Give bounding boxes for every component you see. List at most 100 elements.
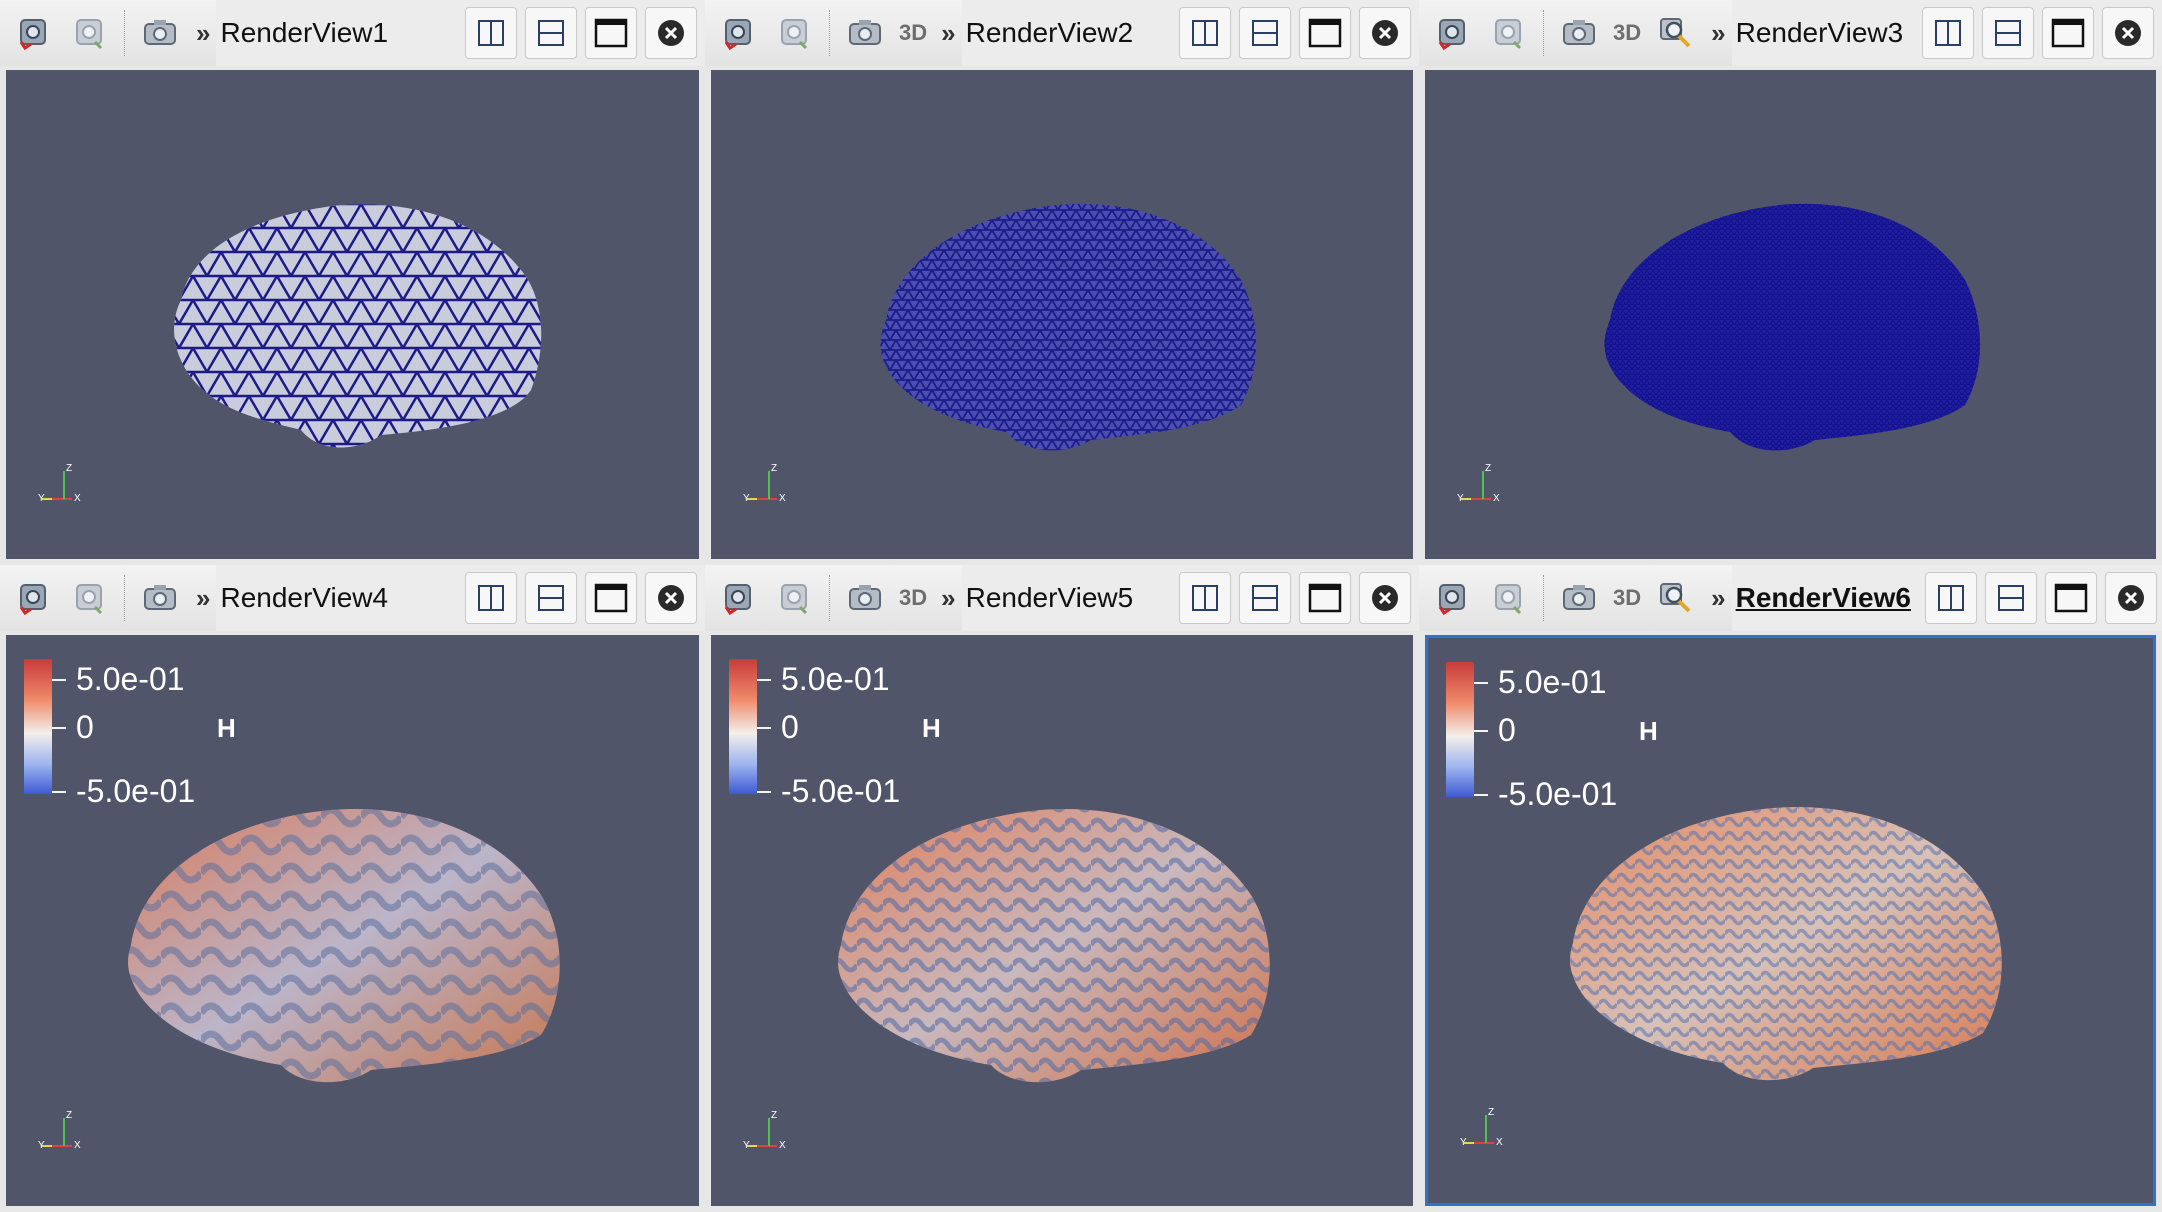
split-vertical-button[interactable] [525,7,577,59]
split-vertical-icon [1252,585,1278,611]
close-view-button[interactable] [645,572,697,624]
render-view-1: » RenderView1 Y X Z [0,0,705,565]
render-viewport-active[interactable]: 5.0e-01 0 -5.0e-01 H Y X Z [1425,635,2156,1206]
close-view-button[interactable] [2104,572,2157,624]
split-vertical-button[interactable] [1239,572,1291,624]
zoom-to-box-button[interactable] [1652,10,1698,56]
zoom-to-data-button[interactable] [772,575,818,621]
close-view-button[interactable] [2102,7,2154,59]
maximize-button[interactable] [585,7,637,59]
zoom-to-data-button[interactable] [772,10,818,56]
zoom-data-icon [1495,19,1522,50]
split-vertical-icon [538,585,564,611]
toolbar-separator [1543,10,1545,56]
axis-x-label: X [74,1140,81,1151]
toggle-3d-button[interactable]: 3D [899,20,927,46]
orientation-axes: Y X Z [739,463,799,509]
capture-screenshot-button[interactable] [137,10,183,56]
split-vertical-icon [1995,20,2021,46]
toggle-3d-button[interactable]: 3D [899,585,927,611]
zoom-to-data-button[interactable] [1486,575,1532,621]
render-viewport[interactable]: 5.0e-01 0 -5.0e-01 H Y X Z [6,635,699,1206]
close-view-button[interactable] [645,7,697,59]
toolbar-separator [124,575,126,621]
orientation-axes: Y X Z [1453,463,1513,509]
capture-screenshot-button[interactable] [842,10,888,56]
zoom-to-data-button[interactable] [67,10,113,56]
reset-camera-button[interactable] [11,10,57,56]
orientation-axes: Y X Z [739,1110,799,1156]
legend-tick [757,791,771,793]
maximize-icon [594,583,628,613]
split-vertical-button[interactable] [525,572,577,624]
toggle-3d-button[interactable]: 3D [1613,20,1641,46]
toolbar-overflow-icon[interactable]: » [1711,18,1725,49]
legend-array-name: H [1639,716,1658,746]
split-horizontal-icon [1192,585,1218,611]
toolbar-overflow-icon[interactable]: » [1711,583,1725,614]
capture-screenshot-button[interactable] [1556,575,1602,621]
orientation-axes: Y X Z [1456,1107,1516,1153]
maximize-icon [2054,583,2088,613]
legend-max: 5.0e-01 [76,661,185,697]
camera-icon [1563,585,1595,610]
zoom-to-data-button[interactable] [67,575,113,621]
toggle-3d-button[interactable]: 3D [1613,585,1641,611]
maximize-button[interactable] [1299,7,1351,59]
toolbar-overflow-icon[interactable]: » [196,583,210,614]
split-vertical-button[interactable] [1984,572,2037,624]
legend-tick [52,791,66,793]
axis-y-label: Y [1457,493,1464,504]
maximize-button[interactable] [1299,572,1351,624]
toolbar-separator [1543,575,1545,621]
split-horizontal-icon [1192,20,1218,46]
view-toolbar: 3D » RenderView3 [1419,0,2162,66]
zoom-to-data-button[interactable] [1486,10,1532,56]
split-horizontal-button[interactable] [1179,572,1231,624]
toolbar-overflow-icon[interactable]: » [941,583,955,614]
orientation-axes: Y X Z [34,463,94,509]
axis-x-label: X [1496,1137,1503,1148]
reset-camera-icon [19,19,46,51]
reset-camera-button[interactable] [1430,575,1476,621]
split-horizontal-button[interactable] [465,572,517,624]
reset-camera-button[interactable] [716,10,762,56]
reset-camera-button[interactable] [1430,10,1476,56]
toolbar-left: 3D » [705,565,962,631]
split-horizontal-button[interactable] [1922,7,1974,59]
capture-screenshot-button[interactable] [1556,10,1602,56]
close-view-button[interactable] [1359,7,1411,59]
split-horizontal-button[interactable] [1179,7,1231,59]
toolbar-overflow-icon[interactable]: » [196,18,210,49]
render-viewport[interactable]: Y X Z [711,70,1413,559]
capture-screenshot-button[interactable] [842,575,888,621]
split-vertical-button[interactable] [1982,7,2034,59]
toolbar-right [1918,7,2162,59]
view-title-active: RenderView6 [1735,582,1911,613]
maximize-icon [594,18,628,48]
reset-camera-button[interactable] [11,575,57,621]
maximize-button[interactable] [2044,572,2097,624]
zoom-to-box-button[interactable] [1652,575,1698,621]
toolbar-overflow-icon[interactable]: » [941,18,955,49]
split-horizontal-button[interactable] [1924,572,1977,624]
color-bar [1446,662,1474,797]
brain-mesh-fine [1604,203,1980,451]
maximize-button[interactable] [2042,7,2094,59]
split-horizontal-button[interactable] [465,7,517,59]
split-vertical-icon [538,20,564,46]
legend-tick [757,679,771,681]
render-viewport[interactable]: 5.0e-01 0 -5.0e-01 H Y X Z [711,635,1413,1206]
render-viewport[interactable]: Y X Z [1425,70,2156,559]
render-viewport[interactable]: Y X Z [6,70,699,559]
close-view-button[interactable] [1359,572,1411,624]
camera-icon [144,20,176,45]
reset-camera-button[interactable] [716,575,762,621]
axis-z-label: Z [66,1110,73,1121]
split-vertical-button[interactable] [1239,7,1291,59]
render-view-3: 3D » RenderView3 Y X Z [1419,0,2162,565]
maximize-icon [1308,583,1342,613]
capture-screenshot-button[interactable] [137,575,183,621]
maximize-button[interactable] [585,572,637,624]
zoom-data-icon [1495,584,1522,615]
